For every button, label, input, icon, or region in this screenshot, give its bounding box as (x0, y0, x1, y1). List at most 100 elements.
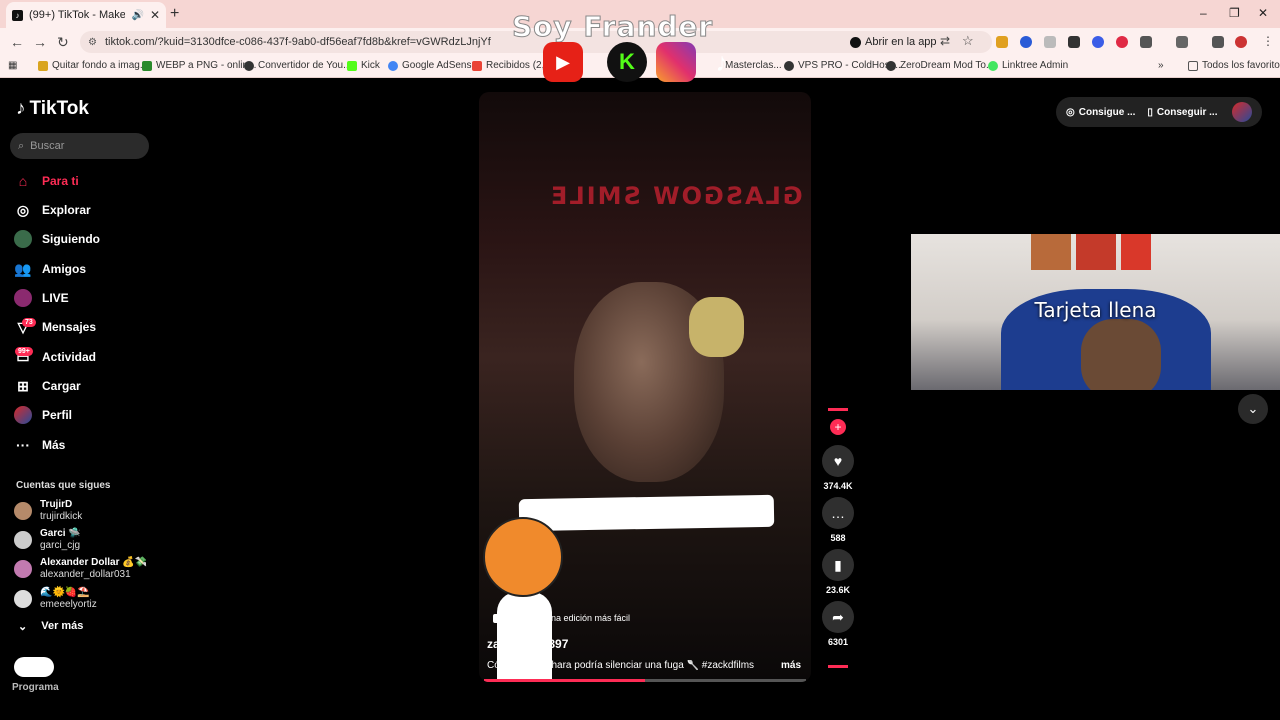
white-scribble (518, 494, 775, 532)
bookmark-item[interactable]: Convertidor de You... (244, 60, 351, 71)
tiktok-icon: ♪ (715, 46, 729, 77)
like-action[interactable]: ♥ 374.4K (822, 445, 854, 491)
cast-icon[interactable] (1176, 36, 1188, 48)
translate-icon[interactable]: ⇄ (940, 34, 950, 48)
share-icon[interactable]: ➦ (822, 601, 854, 633)
close-tab-icon[interactable]: ✕ (150, 8, 160, 22)
nav-explore[interactable]: ◎ Explorar (14, 199, 91, 221)
minimize-button[interactable]: – (1200, 6, 1207, 20)
nav-profile[interactable]: Perfil (14, 404, 72, 426)
search-input[interactable]: ⌕ Buscar (10, 133, 149, 159)
program-toggle[interactable] (14, 657, 54, 677)
site-info-icon[interactable]: ⚙ (88, 37, 97, 48)
coin-icon: ◎ (1066, 106, 1075, 118)
browser-tab[interactable]: ♪ (99+) TikTok - Make Your Da 🔊 ✕ (6, 2, 166, 28)
get-app-button[interactable]: ▯ Conseguir ... (1147, 107, 1217, 118)
cartoon-character-icon (483, 517, 563, 597)
nav-live[interactable]: LIVE (14, 287, 69, 309)
extensions-puzzle-icon[interactable] (1140, 36, 1152, 48)
account-handle: trujirdkick (40, 511, 83, 522)
webp-icon (142, 60, 152, 71)
extension-icon[interactable] (1092, 36, 1104, 48)
nav-for-you[interactable]: ⌂ Para ti (14, 170, 79, 192)
upload-icon: ⊞ (17, 377, 29, 394)
bookmark-item[interactable]: Quitar fondo a imag... (38, 60, 148, 71)
extension-icon[interactable] (1020, 36, 1032, 48)
tiktok-logo[interactable]: ♪ TikTok (16, 98, 89, 120)
live-icon (14, 289, 32, 307)
nav-more[interactable]: ··· Más (14, 434, 65, 456)
nav-following[interactable]: Siguiendo (14, 228, 100, 250)
bookmark-star-icon[interactable]: ☆ (962, 33, 974, 49)
media-controls-icon[interactable] (1212, 36, 1224, 48)
extension-icon[interactable] (1116, 36, 1128, 48)
get-app-label: Conseguir ... (1156, 106, 1218, 118)
new-tab-button[interactable]: + (170, 5, 179, 23)
site-icon (784, 60, 794, 71)
nav-label: LIVE (42, 291, 69, 305)
follow-plus-button[interactable]: + (830, 419, 846, 435)
profile-avatar-icon[interactable] (1235, 36, 1247, 48)
following-avatar-icon (14, 230, 32, 248)
extension-icon[interactable] (1068, 36, 1080, 48)
bookmark-item[interactable]: VPS PRO - ColdHost... (784, 60, 901, 71)
extension-icon[interactable] (996, 36, 1008, 48)
open-in-app-button[interactable]: Abrir en la app (850, 34, 937, 50)
video-description: Cómo una cuchara podría silenciar una fu… (487, 660, 757, 671)
following-account[interactable]: Alexander Dollar 💰💸 alexander_dollar031 (14, 557, 147, 581)
bookmark-item[interactable]: Kick (347, 60, 380, 71)
site-icon (886, 60, 896, 71)
more-bookmarks-icon[interactable]: » (1158, 60, 1164, 71)
comment-icon[interactable]: … (822, 497, 854, 529)
bookmark-item[interactable]: ZeroDream Mod To... (886, 60, 994, 71)
comment-action[interactable]: … 588 (822, 497, 854, 543)
share-action[interactable]: ➦ 6301 (822, 601, 854, 647)
forward-icon[interactable]: → (33, 34, 47, 50)
messages-badge: 73 (22, 318, 36, 327)
user-avatar[interactable] (1232, 102, 1252, 122)
back-icon[interactable]: ← (10, 34, 24, 50)
restore-button[interactable]: ❐ (1229, 6, 1240, 20)
video-player[interactable]: GLASGOW SMILE CapCut · Una edición más f… (479, 92, 811, 682)
save-action[interactable]: ▮ 23.6K (822, 549, 854, 595)
menu-kebab-icon[interactable]: ⋮ (1262, 34, 1274, 48)
bookmark-label: Linktree Admin (1002, 60, 1069, 71)
logo-text: TikTok (29, 98, 89, 119)
following-account[interactable]: Garci 🛸 garci_cjg (14, 528, 81, 552)
bookmark-item[interactable]: Google AdSense (388, 60, 477, 71)
nav-upload[interactable]: ⊞ Cargar (14, 375, 81, 397)
bookmark-item[interactable]: Linktree Admin (988, 60, 1068, 71)
bookmark-item[interactable]: WEBP a PNG - onlin... (142, 60, 256, 71)
get-coins-label: Consigue ... (1078, 106, 1136, 118)
description-more-link[interactable]: más (781, 660, 801, 671)
top-right-actions: ◎ Consigue ... ▯ Conseguir ... (1056, 97, 1262, 127)
audio-icon[interactable]: 🔊 (131, 10, 143, 21)
nav-friends[interactable]: 👥 Amigos (14, 258, 86, 280)
capcut-icon (493, 613, 502, 623)
bookmark-icon[interactable]: ▮ (822, 549, 854, 581)
following-account[interactable]: TrujirD trujirdkick (14, 499, 82, 523)
webcam-poster (1031, 234, 1071, 270)
get-coins-button[interactable]: ◎ Consigue ... (1066, 107, 1135, 118)
extension-icon[interactable] (1044, 36, 1056, 48)
account-name: Garci 🛸 (40, 528, 81, 539)
capcut-tag[interactable]: CapCut · Una edición más fácil (493, 613, 630, 623)
nav-label: Para ti (42, 174, 79, 188)
music-disc-marker[interactable] (828, 665, 848, 668)
neon-sign-text: GLASGOW SMILE (549, 182, 803, 210)
heart-icon[interactable]: ♥ (822, 445, 854, 477)
folder-icon (38, 60, 48, 71)
apps-grid-icon[interactable]: ▦ (8, 60, 17, 71)
video-author[interactable]: zackdfilms897 (487, 637, 568, 651)
save-count: 23.6K (825, 585, 851, 595)
see-more-button[interactable]: ⌄ Ver más (18, 620, 83, 633)
nav-label: Amigos (42, 262, 87, 276)
next-video-button[interactable]: ⌄ (1238, 394, 1268, 424)
more-icon: ··· (16, 437, 30, 453)
video-progress-bar[interactable] (484, 679, 806, 682)
all-favorites-folder[interactable]: Todos los favoritos (1188, 60, 1280, 71)
author-avatar-marker (828, 408, 848, 411)
following-account[interactable]: 🌊🌞🍓⛱️ emeeelyortiz (14, 587, 97, 611)
close-window-button[interactable]: ✕ (1258, 6, 1268, 20)
reload-icon[interactable]: ↻ (57, 34, 69, 51)
